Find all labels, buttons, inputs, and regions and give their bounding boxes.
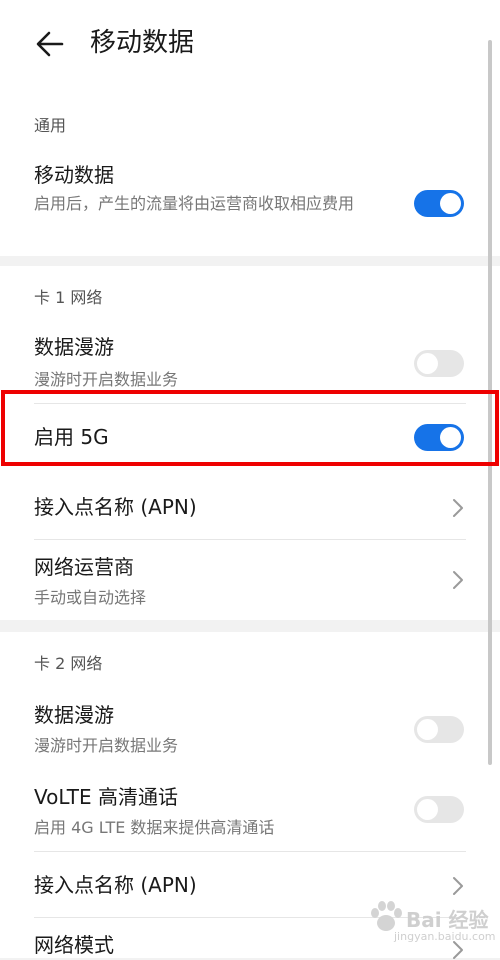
- chevron-right-icon: [453, 499, 463, 517]
- volte-row[interactable]: VoLTE 高清通话 启用 4G LTE 数据来提供高清通话: [34, 780, 466, 846]
- toggle-knob: [440, 427, 461, 448]
- sim2-roaming-row[interactable]: 数据漫游 漫游时开启数据业务: [34, 698, 466, 764]
- section-header-sim2: 卡 2 网络: [34, 654, 103, 673]
- sim1-roaming-toggle[interactable]: [414, 350, 464, 377]
- volte-subtitle: 启用 4G LTE 数据来提供高清通话: [34, 818, 275, 837]
- chevron-right-icon: [453, 877, 463, 895]
- sim1-operator-row[interactable]: 网络运营商 手动或自动选择: [34, 540, 466, 614]
- watermark-url: jingyan.baidu.com: [394, 930, 496, 943]
- sim2-apn-title: 接入点名称 (APN): [34, 873, 197, 897]
- sim1-roaming-title: 数据漫游: [34, 335, 114, 359]
- back-arrow-icon[interactable]: [34, 28, 66, 60]
- mobile-data-title: 移动数据: [34, 163, 114, 187]
- sim1-apn-row[interactable]: 接入点名称 (APN): [34, 476, 466, 538]
- paw-logo-icon: [371, 901, 402, 931]
- sim1-roaming-row[interactable]: 数据漫游 漫游时开启数据业务: [34, 332, 466, 398]
- page-title: 移动数据: [90, 28, 195, 58]
- volte-title: VoLTE 高清通话: [34, 785, 178, 809]
- sim1-apn-title: 接入点名称 (APN): [34, 495, 197, 519]
- enable-5g-title: 启用 5G: [34, 425, 109, 449]
- general-section: 通用 移动数据 启用后，产生的流量将由运营商收取相应费用: [0, 88, 500, 256]
- scrollbar[interactable]: [488, 40, 492, 765]
- mobile-data-row[interactable]: 移动数据 启用后，产生的流量将由运营商收取相应费用: [34, 158, 466, 246]
- section-header-sim1: 卡 1 网络: [34, 288, 103, 307]
- sim1-operator-subtitle: 手动或自动选择: [34, 588, 147, 607]
- sim2-roaming-title: 数据漫游: [34, 703, 114, 727]
- sim1-network-section: 卡 1 网络 数据漫游 漫游时开启数据业务 启用 5G 接入点名称 (APN) …: [0, 266, 500, 620]
- toggle-knob: [417, 719, 438, 740]
- toggle-knob: [417, 799, 438, 820]
- sim2-roaming-subtitle: 漫游时开启数据业务: [34, 736, 179, 755]
- mobile-data-toggle[interactable]: [414, 190, 464, 217]
- watermark-text: Bai 经验: [406, 908, 489, 932]
- enable-5g-row[interactable]: 启用 5G: [34, 404, 466, 466]
- volte-toggle[interactable]: [414, 796, 464, 823]
- top-app-bar: 移动数据: [0, 0, 500, 88]
- enable-5g-toggle[interactable]: [414, 424, 464, 451]
- toggle-knob: [417, 353, 438, 374]
- sim1-roaming-subtitle: 漫游时开启数据业务: [34, 370, 179, 389]
- sim1-operator-title: 网络运营商: [34, 555, 134, 579]
- chevron-right-icon: [453, 571, 463, 589]
- baidu-jingyan-watermark: Bai 经验 jingyan.baidu.com: [360, 898, 496, 948]
- section-header-general: 通用: [34, 116, 67, 135]
- mobile-data-subtitle: 启用后，产生的流量将由运营商收取相应费用: [34, 194, 355, 213]
- network-mode-title: 网络模式: [34, 933, 114, 957]
- sim2-roaming-toggle[interactable]: [414, 716, 464, 743]
- toggle-knob: [440, 193, 461, 214]
